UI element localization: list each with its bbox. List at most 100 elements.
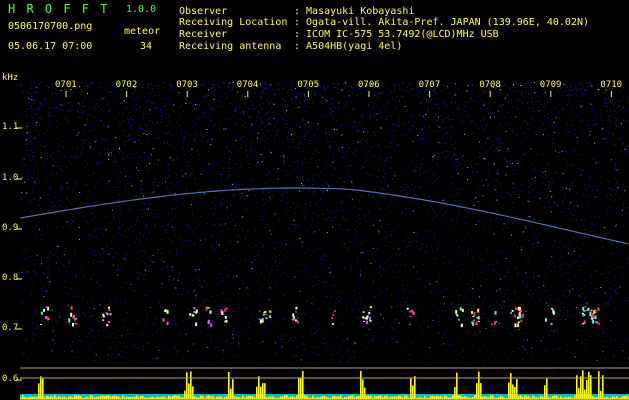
histogram-bar: [614, 397, 616, 399]
histogram-bar: [572, 398, 574, 399]
histogram-bar: [32, 396, 34, 399]
histogram-bar: [420, 397, 422, 399]
histogram-bar: [192, 386, 194, 399]
histogram-bar: [456, 372, 458, 399]
histogram-bar: [462, 397, 464, 399]
histogram-bar: [400, 395, 402, 399]
histogram-bar: [274, 397, 276, 399]
histogram-bar: [344, 397, 346, 399]
histogram-bar: [534, 396, 536, 399]
histogram-bar: [436, 395, 438, 399]
histogram-bar: [588, 371, 590, 399]
histogram-bar: [438, 396, 440, 399]
histogram-bar: [500, 395, 502, 399]
histogram-bar: [160, 397, 162, 399]
histogram-bar: [386, 395, 388, 399]
histogram-bar: [134, 396, 136, 399]
histogram-bar: [356, 396, 358, 399]
histogram-bar: [494, 397, 496, 399]
histogram-bar: [474, 395, 476, 399]
histogram-bar: [336, 396, 338, 399]
histogram-bar: [380, 395, 382, 399]
histogram-bar: [26, 397, 28, 399]
histogram-bar: [502, 396, 504, 399]
histogram-bar: [104, 396, 106, 399]
histogram-bar: [308, 397, 310, 399]
histogram-bar: [554, 395, 556, 399]
histogram-bar: [398, 395, 400, 399]
histogram-bar: [580, 376, 582, 399]
histogram-bar: [124, 397, 126, 399]
histogram-bar: [486, 397, 488, 399]
histogram-bar: [416, 398, 418, 399]
histogram-bar: [130, 396, 132, 399]
histogram-bar: [512, 384, 514, 399]
y-tick-label: 0.7: [2, 323, 19, 333]
histogram-bar: [200, 395, 202, 399]
histogram-bar: [540, 395, 542, 399]
histogram-bar: [492, 395, 494, 399]
histogram-bar: [116, 396, 118, 399]
histogram-bar: [578, 388, 580, 399]
histogram-bar: [236, 397, 238, 399]
histogram-bar: [542, 396, 544, 399]
histogram-bar: [196, 396, 198, 399]
histogram-bar: [560, 396, 562, 399]
histogram-bar: [530, 397, 532, 399]
histogram-bar: [320, 397, 322, 399]
histogram-bar: [414, 376, 416, 399]
histogram-bar: [42, 378, 44, 399]
histogram-bar: [182, 397, 184, 399]
histogram-bar: [394, 396, 396, 399]
x-tick-label: 0704: [236, 80, 259, 90]
histogram-bar: [374, 395, 376, 399]
histogram-bar: [466, 396, 468, 399]
histogram-bar: [582, 370, 584, 399]
histogram-bar: [460, 395, 462, 399]
histogram-bar: [410, 377, 412, 399]
y-tick-label: 1.0: [2, 173, 19, 183]
histogram-bar: [164, 396, 166, 399]
histogram-bar: [306, 395, 308, 399]
histogram-bar: [620, 397, 622, 399]
histogram-bar: [378, 395, 380, 399]
x-tick-label: 0706: [358, 80, 380, 90]
histogram-bar: [430, 395, 432, 399]
histogram-bar: [556, 395, 558, 399]
histogram-bar: [340, 395, 342, 399]
histogram-bar: [532, 395, 534, 399]
histogram-bar: [528, 396, 530, 399]
histogram-bar: [22, 395, 24, 399]
histogram-bar: [158, 397, 160, 399]
histogram-bar: [50, 396, 52, 399]
histogram-bar: [244, 397, 246, 399]
histogram-bar: [376, 396, 378, 399]
histogram-bar: [58, 396, 60, 399]
histogram-bar: [558, 397, 560, 399]
histogram-bar: [30, 396, 32, 399]
histogram-bar: [172, 395, 174, 399]
histogram-bar: [204, 397, 206, 399]
histogram-bar: [392, 396, 394, 399]
histogram-bar: [324, 396, 326, 399]
histogram-bar: [452, 395, 454, 399]
histogram-bar: [106, 395, 108, 399]
histogram-bar: [406, 395, 408, 399]
histogram-bar: [152, 396, 154, 399]
histogram-bar: [64, 396, 66, 399]
x-tick-label: 0703: [176, 80, 198, 90]
histogram-bar: [348, 396, 350, 399]
histogram-bar: [370, 395, 372, 399]
histogram-bar: [418, 397, 420, 399]
x-tick-label: 0705: [297, 80, 320, 90]
histogram-bar: [514, 386, 516, 399]
histogram-bar: [250, 395, 252, 399]
histogram-bar: [280, 396, 282, 399]
histogram-bar: [86, 396, 88, 399]
histogram-bar: [624, 396, 626, 399]
histogram-bar: [464, 396, 466, 399]
x-tick-label: 0709: [539, 80, 562, 90]
histogram-bar: [228, 372, 230, 399]
histogram-bar: [338, 396, 340, 399]
histogram-bar: [544, 385, 546, 399]
